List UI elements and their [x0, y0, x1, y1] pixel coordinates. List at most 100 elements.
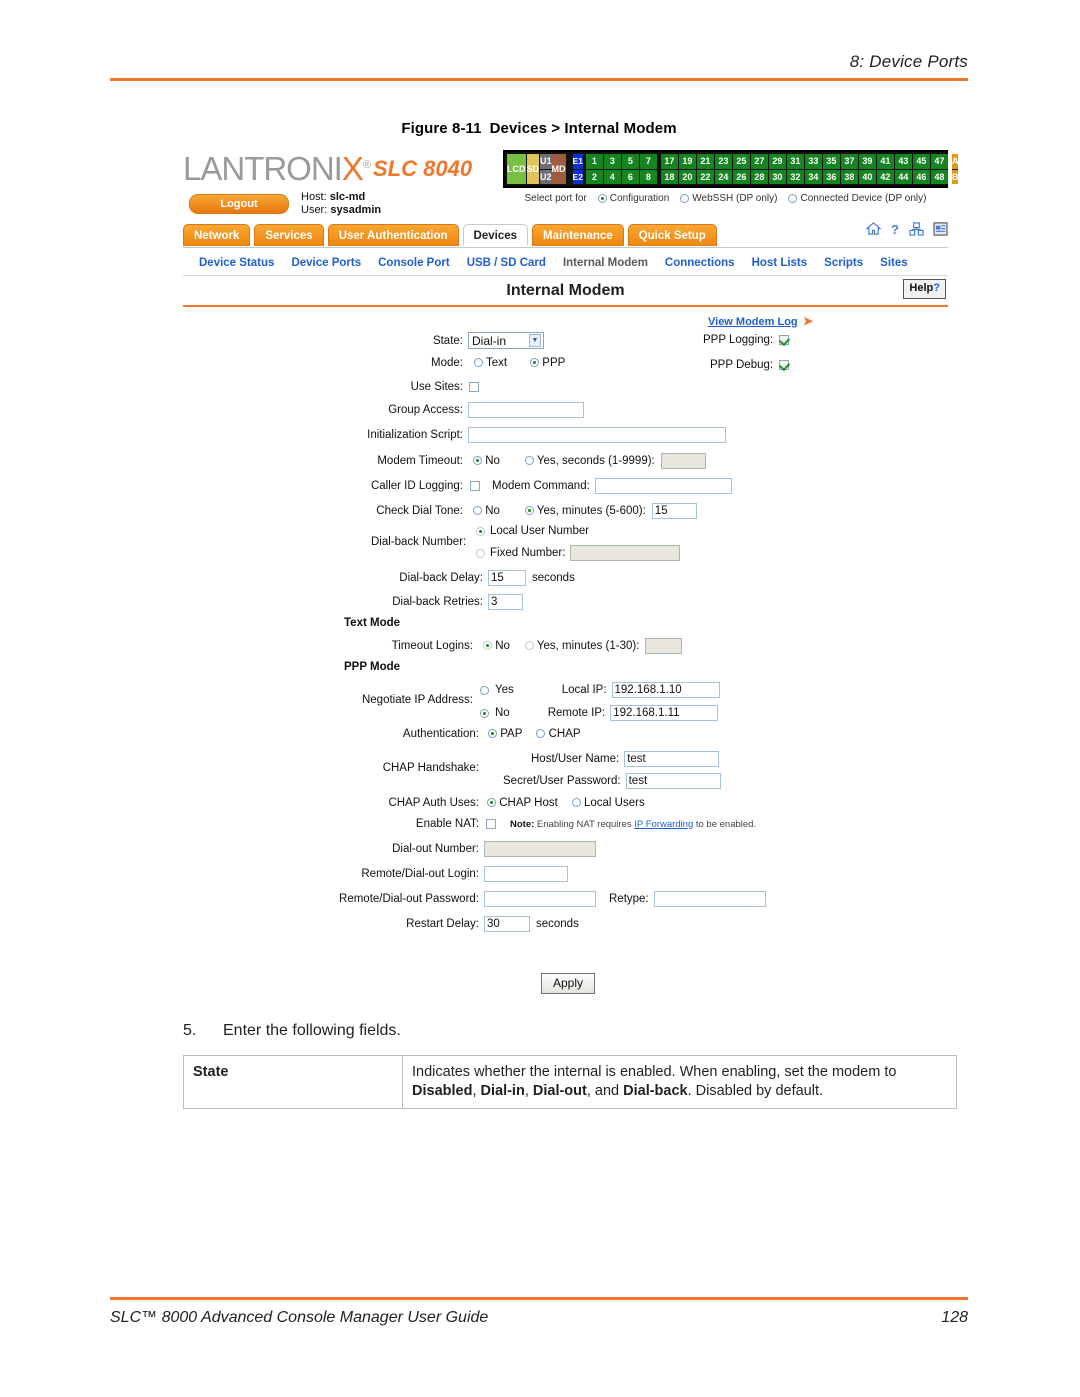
radio-modem-timeout-no-icon[interactable] — [473, 456, 482, 465]
device-port-pair[interactable]: 43 44 — [894, 154, 912, 184]
retype-input[interactable] — [653, 891, 766, 907]
chap-auth-option-host[interactable]: CHAP Host — [487, 797, 558, 809]
check-dial-tone-minutes-input[interactable] — [651, 503, 697, 519]
logout-button[interactable]: Logout — [189, 194, 289, 214]
chap-auth-option-local[interactable]: Local Users — [571, 797, 645, 809]
internal-modem-indicator[interactable]: MD — [551, 154, 566, 184]
device-port-20[interactable]: 20 — [678, 169, 696, 184]
device-port-32[interactable]: 32 — [786, 169, 804, 184]
power-a[interactable]: A — [951, 154, 959, 170]
subnav-item-console-port[interactable]: Console Port — [378, 257, 450, 269]
usb-port-u2[interactable]: U2 — [540, 169, 552, 184]
device-port-pair[interactable]: 29 30 — [768, 154, 786, 184]
radio-check-dial-tone-no-icon[interactable] — [473, 506, 482, 515]
use-sites-checkbox[interactable] — [469, 382, 479, 392]
sub-navigation[interactable]: Device Status Device Ports Console Port USB… — [183, 252, 948, 274]
radio-check-dial-tone-yes-icon[interactable] — [524, 506, 534, 515]
device-port-2[interactable]: 2 — [585, 169, 603, 184]
radio-connected-device-icon[interactable] — [788, 194, 798, 203]
device-port-31[interactable]: 31 — [786, 154, 804, 170]
home-icon[interactable] — [866, 222, 881, 236]
device-port-24[interactable]: 24 — [714, 169, 732, 184]
device-port-pair[interactable]: 56 — [621, 154, 639, 184]
subnav-item-connections[interactable]: Connections — [665, 257, 735, 269]
device-port-26[interactable]: 26 — [732, 169, 750, 184]
subnav-item-internal-modem[interactable]: Internal Modem — [563, 257, 648, 269]
device-port-21[interactable]: 21 — [696, 154, 714, 170]
remote-ip-input[interactable] — [610, 705, 719, 721]
device-port-44[interactable]: 44 — [894, 169, 912, 184]
subnav-item-device-ports[interactable]: Device Ports — [291, 257, 361, 269]
radio-negotiate-no-icon[interactable] — [480, 708, 489, 718]
device-port-8[interactable]: 8 — [639, 169, 657, 184]
device-port-23[interactable]: 23 — [714, 154, 732, 170]
subnav-item-host-lists[interactable]: Host Lists — [752, 257, 808, 269]
device-port-pair[interactable]: 12 — [585, 154, 603, 184]
device-port-pair[interactable]: 23 24 — [714, 154, 732, 184]
sd-indicator[interactable]: SD — [526, 154, 540, 184]
tab-services[interactable]: Services — [254, 224, 324, 246]
sitemap-icon[interactable] — [909, 222, 924, 236]
ip-forwarding-link[interactable]: IP Forwarding — [634, 819, 693, 830]
device-port-36[interactable]: 36 — [822, 169, 840, 184]
subnav-item-usb-sd-card[interactable]: USB / SD Card — [467, 257, 546, 269]
device-port-pair[interactable]: 27 28 — [750, 154, 768, 184]
device-ports-group-2[interactable]: 17 18 19 20 21 22 23 24 25 26 27 28 29 30 31 32 33 34 35 36… — [660, 154, 949, 184]
device-port-pair[interactable]: 47 48 — [930, 154, 948, 184]
radio-chap-host-icon[interactable] — [487, 798, 496, 807]
device-port-pair[interactable]: 34 — [603, 154, 621, 184]
device-port-28[interactable]: 28 — [750, 169, 768, 184]
caller-id-logging-checkbox[interactable] — [470, 481, 480, 491]
radio-auth-chap-icon[interactable] — [536, 729, 546, 738]
timeout-logins-option-yes[interactable]: Yes, minutes (1-30): — [524, 640, 639, 652]
radio-chap-local-icon[interactable] — [571, 798, 581, 807]
chevron-down-icon[interactable]: ▼ — [529, 334, 541, 347]
device-port-39[interactable]: 39 — [858, 154, 876, 170]
modem-command-input[interactable] — [594, 478, 732, 494]
remote-dial-out-password-input[interactable] — [484, 891, 596, 907]
authentication-option-pap[interactable]: PAP — [488, 728, 522, 740]
negotiate-option-yes[interactable]: Yes Local IP: — [480, 682, 720, 698]
dial-out-number-input[interactable] — [484, 841, 596, 857]
device-port-22[interactable]: 22 — [696, 169, 714, 184]
device-port-30[interactable]: 30 — [768, 169, 786, 184]
radio-timeout-logins-yes-icon[interactable] — [524, 641, 534, 650]
select-port-option-webssh[interactable]: WebSSH (DP only) — [680, 193, 777, 204]
radio-negotiate-yes-icon[interactable] — [480, 685, 489, 695]
tab-maintenance[interactable]: Maintenance — [532, 224, 624, 246]
device-port-33[interactable]: 33 — [804, 154, 822, 170]
device-port-37[interactable]: 37 — [840, 154, 858, 170]
select-port-option-configuration[interactable]: Configuration — [597, 193, 669, 204]
radio-webssh-icon[interactable] — [680, 194, 690, 203]
device-port-27[interactable]: 27 — [750, 154, 768, 170]
modem-timeout-seconds-input[interactable] — [660, 453, 706, 469]
ethernet-port-e2[interactable]: E2 — [572, 169, 583, 184]
main-tab-bar[interactable]: Network Services User Authentication Device… — [183, 224, 948, 248]
radio-timeout-logins-no-icon[interactable] — [483, 641, 492, 650]
device-port-45[interactable]: 45 — [912, 154, 930, 170]
help-button[interactable]: Help? — [903, 279, 946, 299]
device-port-17[interactable]: 17 — [660, 154, 678, 170]
device-port-43[interactable]: 43 — [894, 154, 912, 170]
check-dial-tone-option-yes[interactable]: Yes, minutes (5-600): — [524, 505, 646, 517]
group-access-input[interactable] — [468, 402, 584, 418]
document-icon[interactable] — [933, 222, 948, 236]
dial-back-delay-input[interactable] — [488, 570, 526, 586]
device-port-7[interactable]: 7 — [639, 154, 657, 170]
mode-option-ppp[interactable]: PPP — [530, 357, 565, 369]
ethernet-ports[interactable]: E1 E2 — [572, 154, 583, 184]
device-port-pair[interactable]: 41 42 — [876, 154, 894, 184]
host-user-name-input[interactable] — [624, 751, 720, 767]
radio-configuration-icon[interactable] — [597, 194, 607, 203]
secret-user-password-input[interactable] — [625, 773, 721, 789]
tab-network[interactable]: Network — [183, 224, 251, 246]
tab-devices[interactable]: Devices — [462, 224, 529, 246]
device-port-1[interactable]: 1 — [585, 154, 603, 170]
tab-user-authentication[interactable]: User Authentication — [327, 224, 459, 246]
dial-back-retries-input[interactable] — [488, 594, 523, 610]
remote-dial-out-login-input[interactable] — [484, 866, 568, 882]
device-port-42[interactable]: 42 — [876, 169, 894, 184]
mode-option-text[interactable]: Text — [474, 357, 507, 369]
device-port-pair[interactable]: 39 40 — [858, 154, 876, 184]
device-port-40[interactable]: 40 — [858, 169, 876, 184]
